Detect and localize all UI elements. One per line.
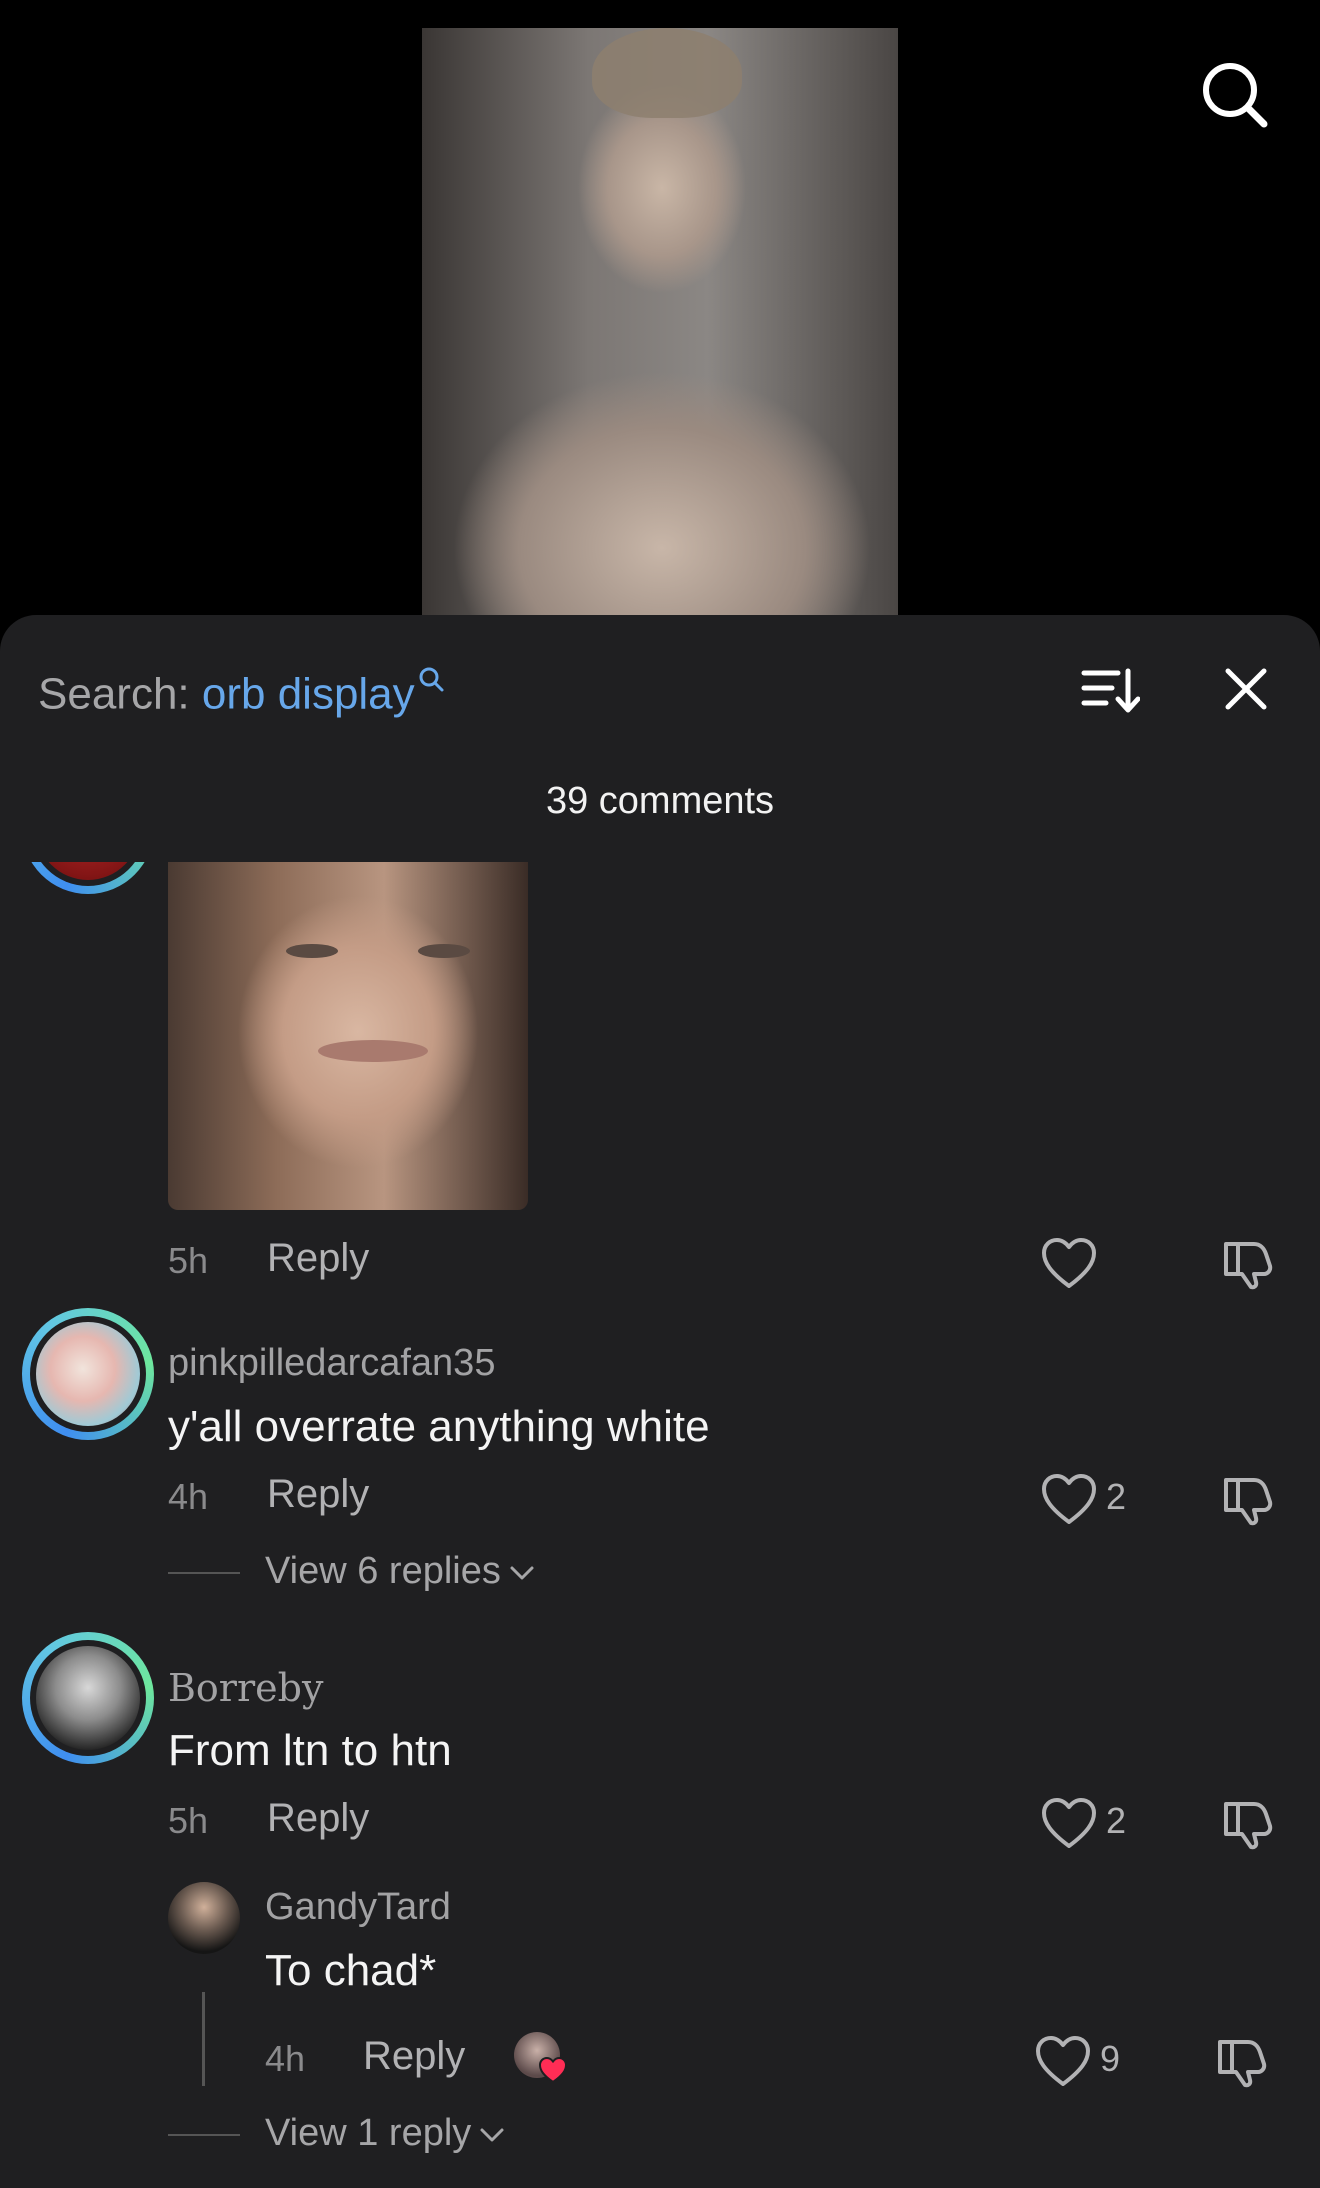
reply-button[interactable]: Reply	[363, 2034, 465, 2079]
search-term[interactable]: orb display	[202, 670, 415, 719]
dislike-icon[interactable]	[1214, 2034, 1268, 2088]
avatar[interactable]	[22, 1308, 154, 1440]
comment-username[interactable]: Borreby	[168, 1666, 323, 1710]
search-icon[interactable]	[1200, 60, 1270, 130]
avatar[interactable]	[168, 1882, 240, 1954]
dislike-icon[interactable]	[1220, 1236, 1274, 1290]
comments-header: Search: orb display	[0, 615, 1320, 735]
video-thumbnail[interactable]	[422, 28, 898, 615]
reply-button[interactable]: Reply	[267, 1796, 369, 1841]
avatar[interactable]	[22, 862, 154, 894]
comment-text: y'all overrate anything white	[168, 1402, 710, 1451]
like-count: 2	[1106, 1476, 1127, 1517]
reply-username[interactable]: GandyTard	[265, 1886, 451, 1929]
photo-detail	[318, 1040, 428, 1062]
heart-icon[interactable]	[1040, 1472, 1098, 1526]
heart-icon[interactable]	[1040, 1236, 1098, 1290]
thumbnail-hair	[592, 28, 742, 118]
heart-icon[interactable]	[1034, 2034, 1092, 2088]
replies-divider	[168, 1572, 240, 1574]
view-replies-button[interactable]: View 1 reply	[265, 2112, 505, 2155]
comment-time: 4h	[168, 1476, 209, 1517]
reply-text: To chad*	[265, 1946, 437, 1995]
view-replies-button[interactable]: View 6 replies	[265, 1550, 535, 1593]
chevron-down-icon	[480, 2128, 504, 2142]
comment-username[interactable]: pinkpilledarcafan35	[168, 1342, 495, 1385]
search-term-icon	[419, 667, 444, 692]
video-background	[0, 0, 1320, 640]
thread-line	[202, 1992, 205, 2086]
reply-time: 4h	[265, 2038, 306, 2079]
comment-time: 5h	[168, 1240, 209, 1281]
like-count: 9	[1100, 2038, 1121, 2079]
comment-text: From ltn to htn	[168, 1726, 452, 1775]
like-count: 2	[1106, 1800, 1127, 1841]
dislike-icon[interactable]	[1220, 1472, 1274, 1526]
close-icon[interactable]	[1220, 663, 1272, 715]
reply-button[interactable]: Reply	[267, 1472, 369, 1517]
chevron-down-icon	[510, 1566, 534, 1580]
sort-icon[interactable]	[1080, 665, 1140, 715]
comment-image[interactable]	[168, 862, 528, 1210]
comments-sheet: Search: orb display 39 comments 5h Reply…	[0, 615, 1320, 2188]
heart-icon	[538, 2056, 568, 2084]
heart-icon[interactable]	[1040, 1796, 1098, 1850]
comment-list[interactable]: 5h Reply pinkpilledarcafan35 y'all overr…	[0, 862, 1320, 2188]
search-prefix: Search:	[38, 669, 190, 719]
search-label[interactable]: Search: orb display	[38, 665, 445, 720]
creator-liked-badge	[514, 2032, 568, 2084]
avatar[interactable]	[22, 1632, 154, 1764]
reply-button[interactable]: Reply	[267, 1236, 369, 1281]
comment-count: 39 comments	[545, 780, 775, 822]
comment-time: 5h	[168, 1800, 209, 1841]
view-replies-label: View 1 reply	[265, 2112, 472, 2154]
replies-divider	[168, 2134, 240, 2136]
dislike-icon[interactable]	[1220, 1796, 1274, 1850]
view-replies-label: View 6 replies	[265, 1550, 501, 1592]
